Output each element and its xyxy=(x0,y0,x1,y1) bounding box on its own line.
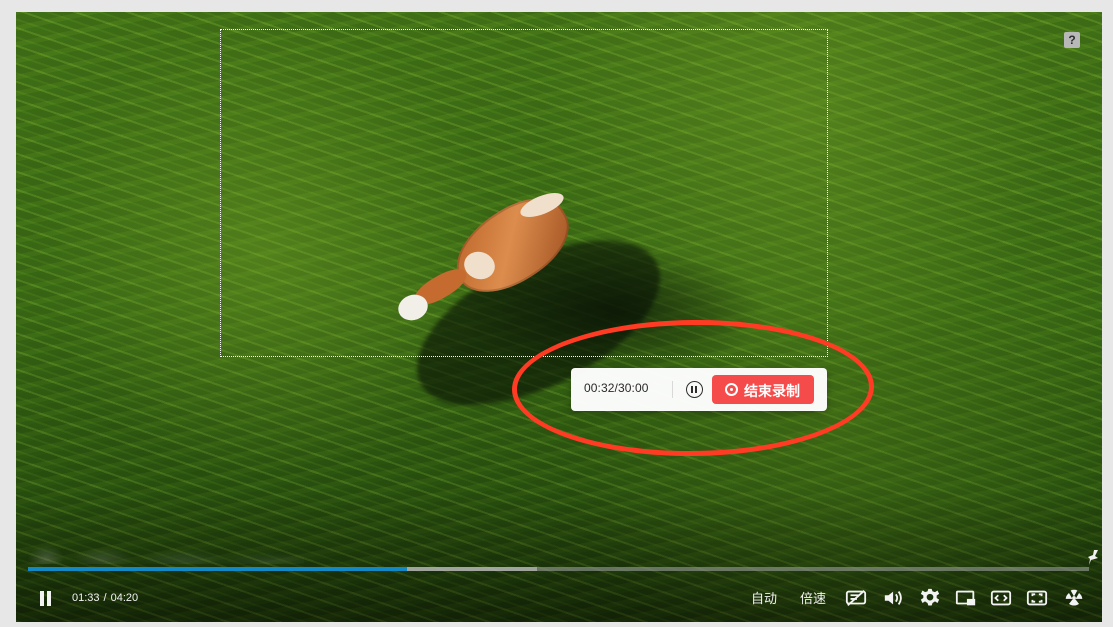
pin-icon[interactable] xyxy=(1088,549,1099,566)
played-progress xyxy=(28,567,407,571)
picture-in-picture-icon[interactable] xyxy=(955,588,977,608)
widescreen-icon[interactable] xyxy=(990,588,1012,608)
speed-button[interactable]: 倍速 xyxy=(800,590,826,608)
danmaku-off-icon[interactable] xyxy=(845,588,867,608)
player-controls: 01:33/04:20 自动 倍速 xyxy=(16,582,1102,622)
settings-icon[interactable] xyxy=(919,588,941,608)
duration-time: 04:20 xyxy=(110,592,139,604)
fullscreen-icon[interactable] xyxy=(1026,588,1048,608)
time-separator: / xyxy=(103,592,107,604)
video-progress-bar[interactable] xyxy=(28,567,1089,571)
audio-waveform xyxy=(28,536,304,564)
pause-icon[interactable] xyxy=(38,591,54,607)
volume-icon[interactable] xyxy=(883,588,905,608)
current-time: 01:33 xyxy=(72,592,100,604)
screen-recording-selection-box[interactable] xyxy=(220,29,828,357)
video-player[interactable]: ? 00:32/30:00 结束录制 01:33/04:20 自动 倍速 xyxy=(16,12,1102,622)
time-display: 01:33/04:20 xyxy=(72,592,138,604)
radiation-icon[interactable] xyxy=(1063,588,1085,608)
quality-auto-button[interactable]: 自动 xyxy=(751,590,777,608)
help-icon[interactable]: ? xyxy=(1064,32,1080,48)
